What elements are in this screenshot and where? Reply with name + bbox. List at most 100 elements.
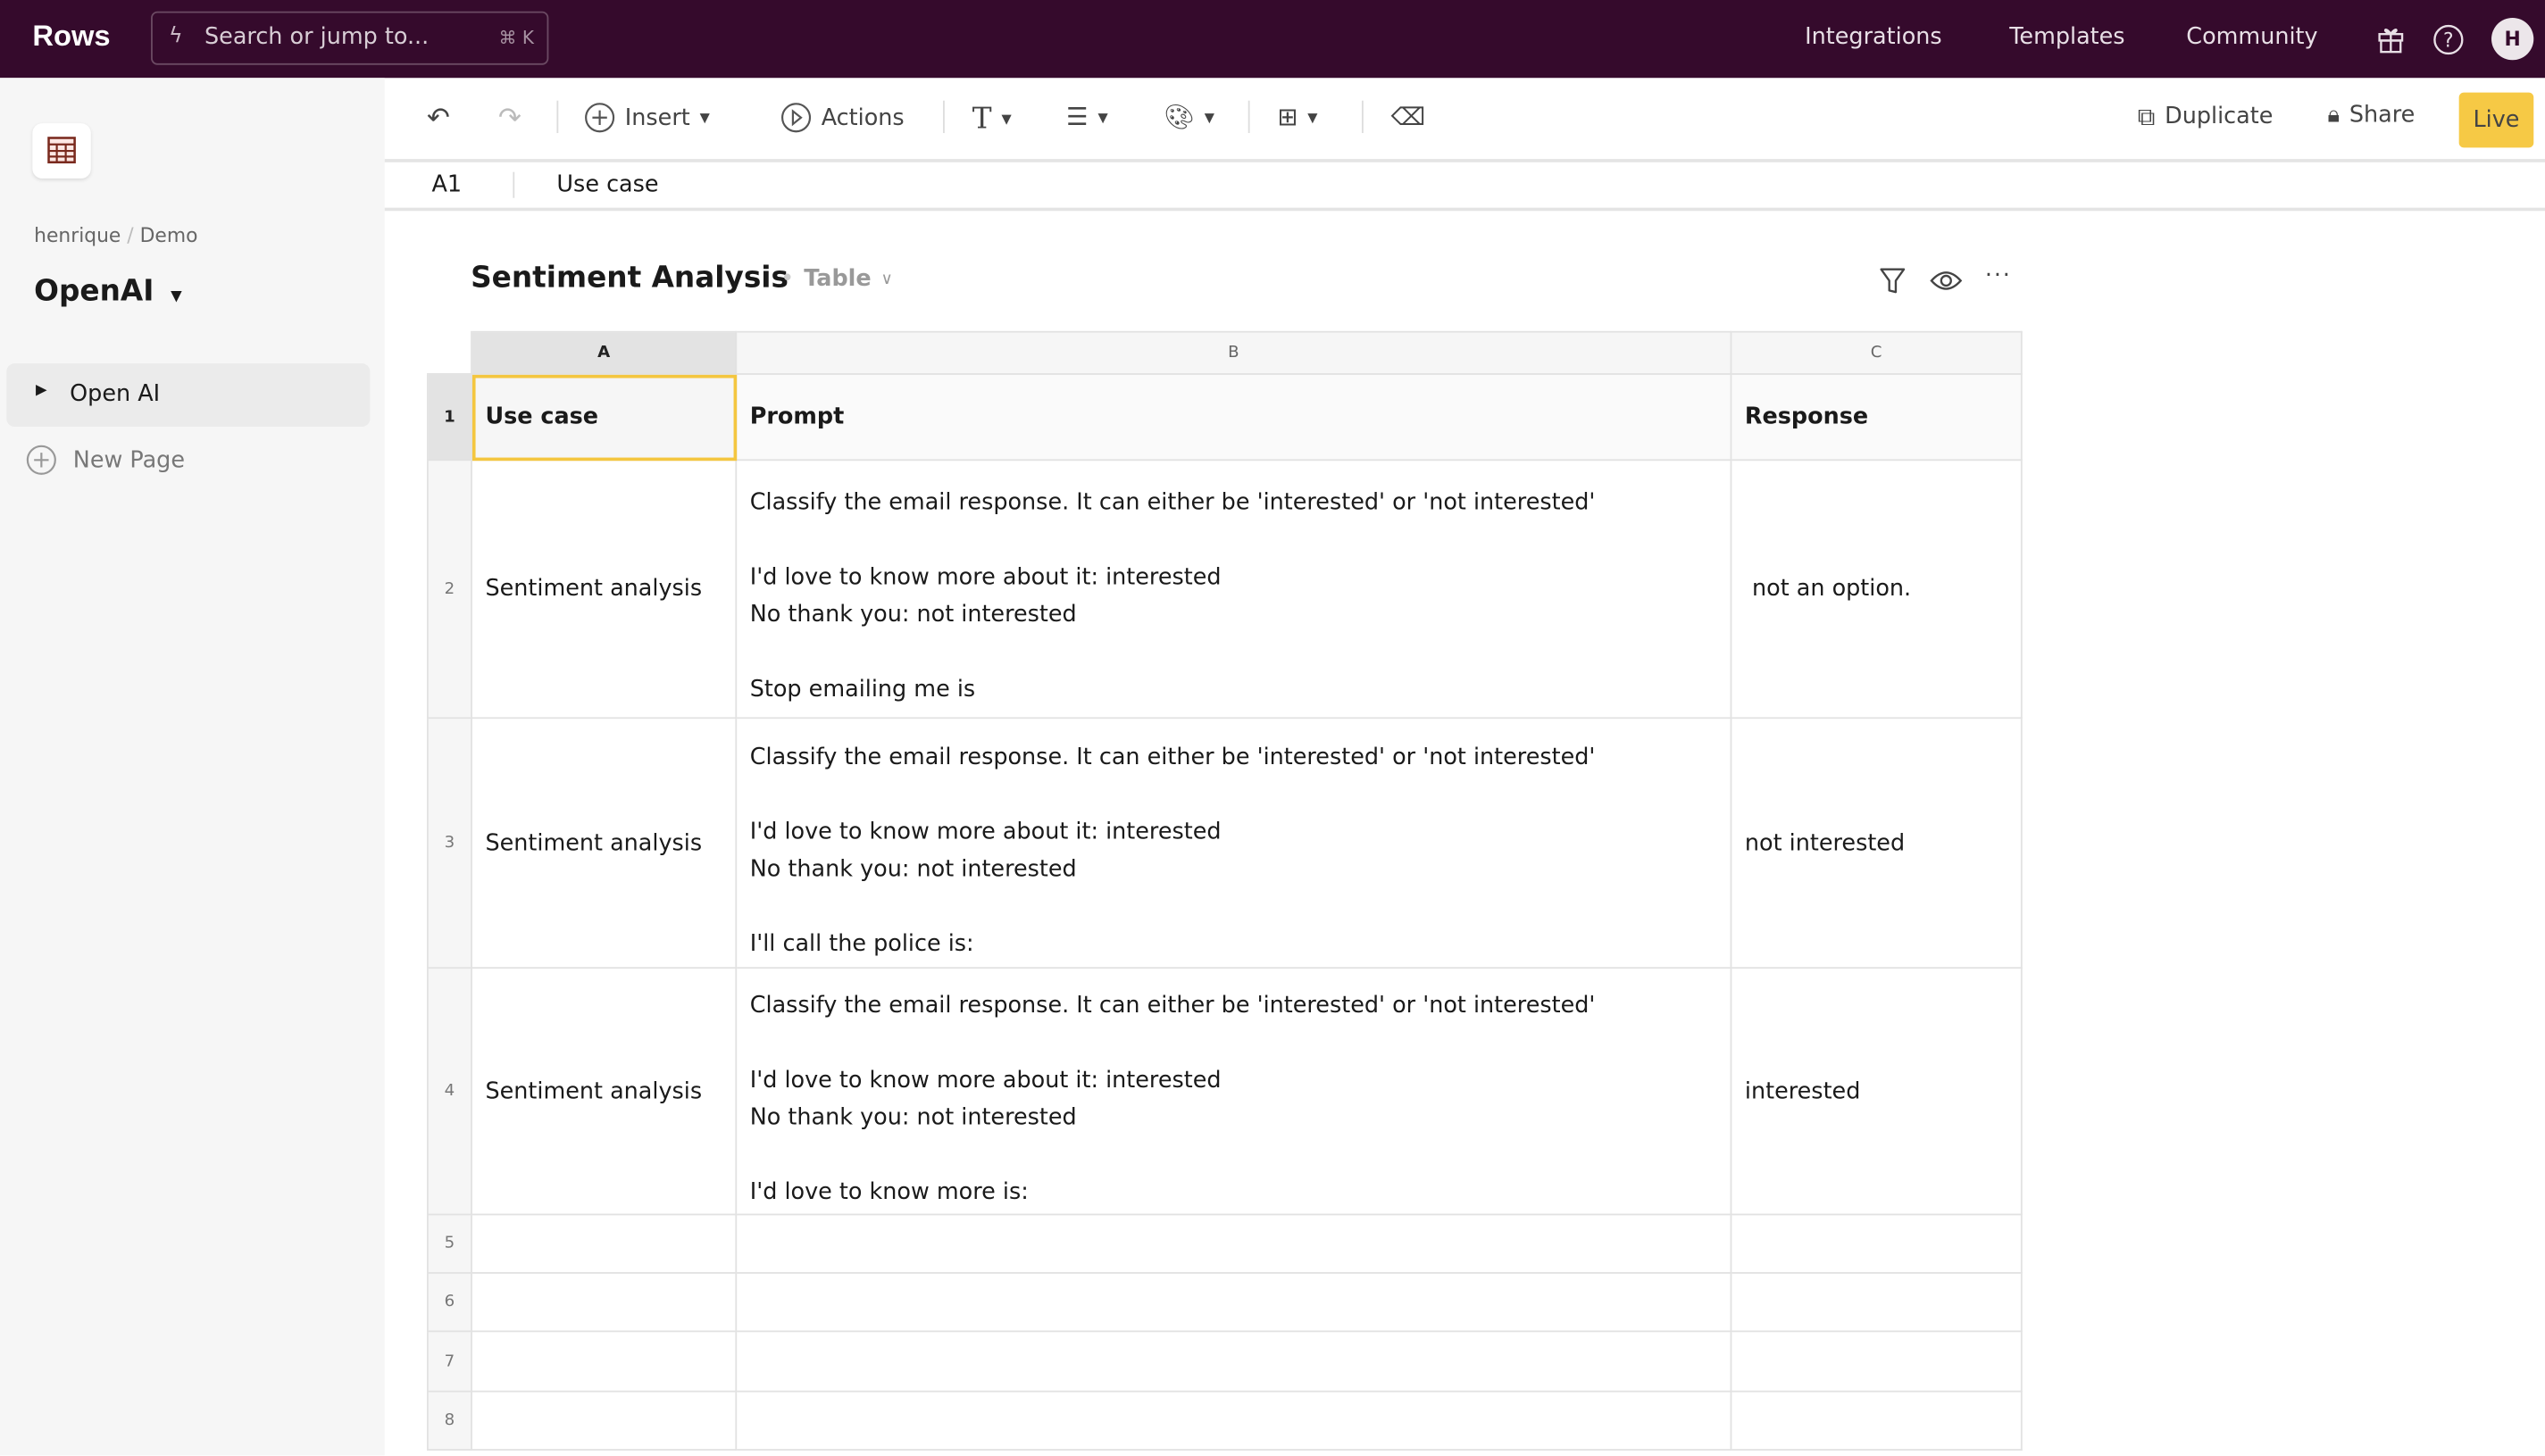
actions-button[interactable]: Actions [780, 103, 905, 134]
spreadsheet-title-text: OpenAI [34, 274, 154, 309]
number-format-button[interactable]: ⊞ ▼ [1277, 103, 1317, 132]
caret-down-icon: ▼ [171, 288, 182, 305]
text-icon: T [972, 102, 992, 137]
table-row: 2 Sentiment analysis Classify the email re… [427, 459, 2023, 720]
cell-a[interactable]: Sentiment analysis [471, 459, 738, 720]
row-header[interactable]: 8 [427, 1390, 472, 1451]
cell-a[interactable]: Sentiment analysis [471, 717, 738, 969]
sidebar-item-open-ai[interactable]: ▶ Open AI [6, 363, 371, 428]
gift-icon[interactable] [2376, 24, 2406, 54]
cell-a[interactable]: Sentiment analysis [471, 967, 738, 1216]
cell-b[interactable] [735, 1390, 1732, 1451]
cell-c[interactable] [1730, 1330, 2023, 1393]
insert-label: Insert [624, 104, 690, 131]
new-page-label: New Page [72, 446, 186, 473]
play-circle-icon [780, 103, 812, 133]
cell-c[interactable]: interested [1730, 967, 2023, 1216]
search-shortcut: ⌘ K [498, 27, 534, 49]
row-header[interactable]: 2 [427, 459, 472, 720]
cell-b[interactable]: Prompt [735, 373, 1732, 462]
spreadsheet-icon [32, 123, 91, 179]
table-title[interactable]: Sentiment Analysis [471, 262, 789, 295]
cell-b[interactable] [735, 1213, 1732, 1274]
help-icon[interactable]: ? [2433, 24, 2465, 55]
live-button[interactable]: Live [2458, 92, 2534, 148]
row-header[interactable]: 3 [427, 717, 472, 969]
duplicate-icon: ⧉ [2137, 102, 2156, 132]
cell-reference[interactable]: A1 [431, 172, 462, 198]
column-header-c[interactable]: C [1730, 330, 2023, 375]
cell-a[interactable] [471, 1330, 738, 1393]
row-header[interactable]: 4 [427, 967, 472, 1216]
sidebar: henrique / Demo OpenAI ▼ ▶ Open AI New P… [0, 78, 385, 1456]
svg-text:?: ? [2443, 30, 2454, 53]
avatar[interactable]: H [2491, 17, 2534, 61]
cell-a[interactable]: Use case [471, 373, 738, 462]
lightning-icon: ϟ [169, 24, 183, 49]
search-input[interactable]: ϟ Search or jump to... ⌘ K [151, 11, 549, 65]
row-header[interactable]: 5 [427, 1213, 472, 1274]
table-row: 6 [427, 1271, 2023, 1333]
table-row: 8 [427, 1390, 2023, 1451]
cell-b[interactable]: Classify the email response. It can eith… [735, 967, 1732, 1216]
formula-bar: A1 Use case [384, 162, 2545, 212]
top-bar: Rows ϟ Search or jump to... ⌘ K Integrat… [0, 0, 2545, 79]
cell-a[interactable] [471, 1390, 738, 1451]
cell-c[interactable]: not an option. [1730, 459, 2023, 720]
column-header-row: ABC [427, 330, 2023, 375]
align-button[interactable]: ☰ ▼ [1066, 103, 1108, 132]
undo-button[interactable]: ↶ [427, 103, 450, 135]
cell-c[interactable]: not interested [1730, 717, 2023, 969]
divider [943, 100, 945, 134]
cell-c[interactable] [1730, 1213, 2023, 1274]
column-header-b[interactable]: B [735, 330, 1732, 375]
new-page-button[interactable]: New Page [26, 445, 185, 476]
more-options-icon[interactable]: ··· [1985, 262, 2012, 288]
corner-cell [427, 330, 472, 375]
duplicate-button[interactable]: ⧉ Duplicate [2138, 103, 2274, 132]
nav-community[interactable]: Community [2186, 24, 2317, 50]
sidebar-item-label: Open AI [70, 381, 161, 408]
cell-b[interactable] [735, 1271, 1732, 1333]
breadcrumb-folder[interactable]: Demo [140, 224, 198, 246]
column-header-a[interactable]: A [471, 330, 738, 375]
row-header[interactable]: 7 [427, 1330, 472, 1393]
number-format-icon: ⊞ [1277, 102, 1298, 132]
cell-b[interactable]: Classify the email response. It can eith… [735, 717, 1732, 969]
redo-button[interactable]: ↷ [498, 103, 522, 135]
nav-integrations[interactable]: Integrations [1805, 24, 1941, 50]
duplicate-label: Duplicate [2165, 104, 2274, 130]
table-row: 7 [427, 1330, 2023, 1393]
insert-button[interactable]: Insert ▼ [584, 103, 710, 134]
formula-input[interactable]: Use case [556, 172, 658, 198]
row-header[interactable]: 1 [427, 373, 472, 462]
share-button[interactable]: 🔒︎ Share [2327, 103, 2415, 129]
clear-format-button[interactable]: ⌫ [1391, 103, 1426, 132]
cell-b[interactable] [735, 1330, 1732, 1393]
row-header[interactable]: 6 [427, 1271, 472, 1333]
cell-a[interactable] [471, 1213, 738, 1274]
color-button[interactable]: 🎨︎ ▼ [1164, 103, 1214, 132]
caret-down-icon: ▼ [1204, 109, 1214, 125]
rows-logo[interactable]: Rows [32, 20, 110, 54]
filter-icon[interactable] [1878, 266, 1907, 295]
actions-label: Actions [821, 104, 905, 131]
cell-a[interactable] [471, 1271, 738, 1333]
redo-icon: ↷ [498, 102, 522, 135]
cell-c[interactable] [1730, 1271, 2023, 1333]
cell-c[interactable] [1730, 1390, 2023, 1451]
share-label: Share [2349, 102, 2416, 129]
dot-separator: • [780, 266, 795, 293]
breadcrumb: henrique / Demo [34, 224, 197, 246]
view-label: Table [804, 266, 872, 293]
palette-icon: 🎨︎ [1164, 102, 1195, 132]
divider [1361, 100, 1364, 134]
eye-icon[interactable] [1930, 268, 1963, 294]
cell-b[interactable]: Classify the email response. It can eith… [735, 459, 1732, 720]
spreadsheet-title[interactable]: OpenAI ▼ [34, 274, 181, 308]
view-selector[interactable]: • Table ∨ [780, 266, 893, 292]
nav-templates[interactable]: Templates [2009, 24, 2124, 50]
breadcrumb-user[interactable]: henrique [34, 224, 121, 246]
text-format-button[interactable]: T ▼ [972, 103, 1012, 137]
cell-c[interactable]: Response [1730, 373, 2023, 462]
